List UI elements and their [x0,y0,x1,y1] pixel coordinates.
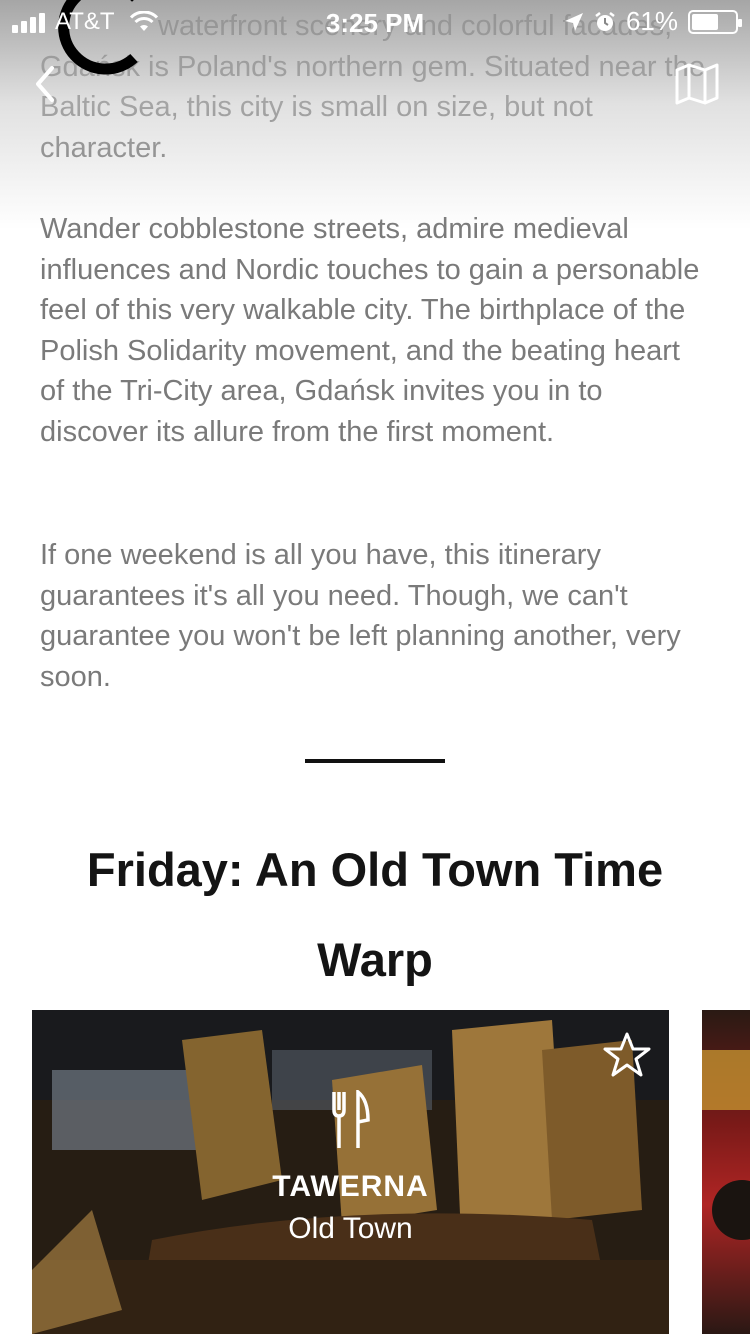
alarm-icon [595,11,615,31]
section-title: Friday: An Old Town Time Warp [86,843,664,986]
map-button[interactable] [674,62,720,106]
battery-fill [692,13,718,30]
venue-area: Old Town [288,1212,413,1245]
next-venue-card-image [702,1050,750,1240]
venue-card[interactable]: TAWERNA Old Town [32,1010,669,1334]
fork-knife-icon [332,1090,370,1148]
section-divider [305,759,445,763]
intro-paragraph-3: If one weekend is all you have, this iti… [40,539,681,693]
status-bar: AT&T 3:25 PM 61% [0,0,750,40]
venue-name: TAWERNA [272,1170,429,1203]
battery-percent: 61% [625,6,678,36]
status-right: 61% [564,6,742,37]
star-outline-icon[interactable] [602,1030,652,1080]
next-venue-card[interactable] [702,1010,750,1334]
back-button[interactable] [28,62,68,106]
location-arrow-icon [564,12,583,31]
battery-icon [688,9,742,34]
intro-paragraph-2: Wander cobblestone streets, admire medie… [40,213,700,448]
